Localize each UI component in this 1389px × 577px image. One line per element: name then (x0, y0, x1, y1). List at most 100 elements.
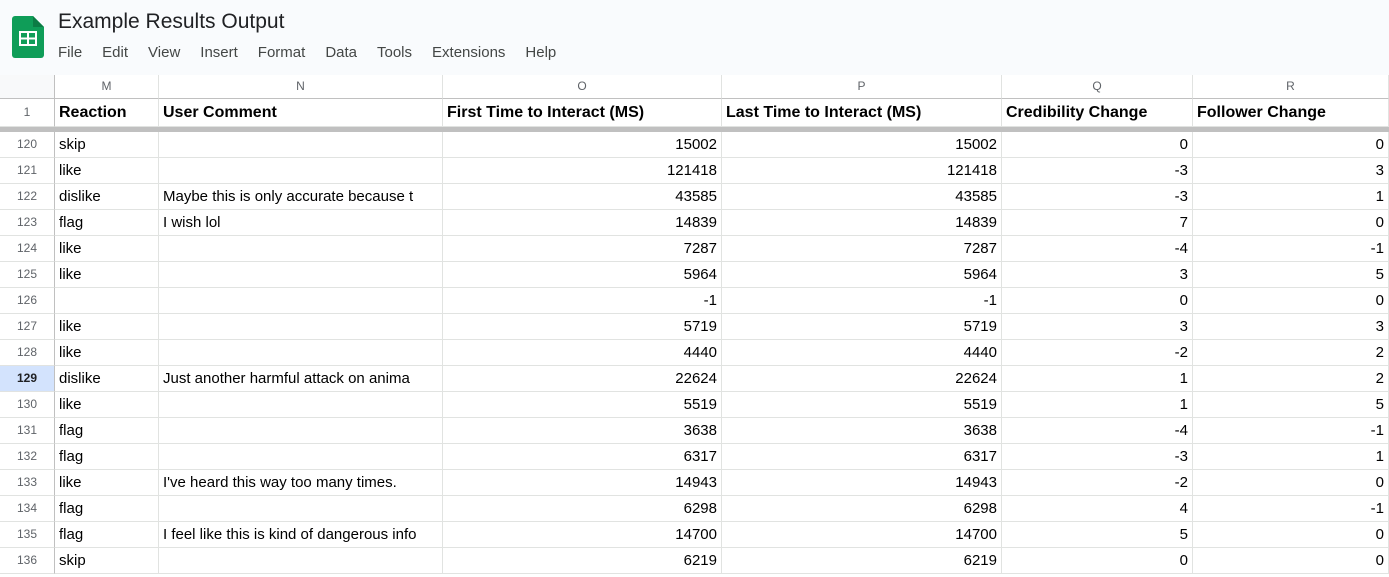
cell-credibility-change[interactable]: -3 (1002, 444, 1193, 470)
header-cell-credibility[interactable]: Credibility Change (1002, 99, 1193, 127)
row-header[interactable]: 120 (0, 132, 55, 158)
cell-first-time-to-interact[interactable]: 6317 (443, 444, 722, 470)
row-header[interactable]: 121 (0, 158, 55, 184)
cell-first-time-to-interact[interactable]: -1 (443, 288, 722, 314)
cell-user-comment[interactable]: Just another harmful attack on anima (159, 366, 443, 392)
cell-follower-change[interactable]: 0 (1193, 132, 1389, 158)
menu-item-insert[interactable]: Insert (190, 40, 248, 66)
cell-reaction[interactable]: like (55, 158, 159, 184)
menu-item-data[interactable]: Data (315, 40, 367, 66)
cell-reaction[interactable]: flag (55, 522, 159, 548)
cell-user-comment[interactable]: I feel like this is kind of dangerous in… (159, 522, 443, 548)
cell-reaction[interactable]: like (55, 340, 159, 366)
cell-last-time-to-interact[interactable]: 5519 (722, 392, 1002, 418)
row-header[interactable]: 123 (0, 210, 55, 236)
cell-user-comment[interactable]: I wish lol (159, 210, 443, 236)
cell-reaction[interactable] (55, 288, 159, 314)
column-header-q[interactable]: Q (1002, 75, 1193, 99)
cell-follower-change[interactable]: 5 (1193, 392, 1389, 418)
cell-follower-change[interactable]: 1 (1193, 184, 1389, 210)
cell-last-time-to-interact[interactable]: 14943 (722, 470, 1002, 496)
row-header[interactable]: 136 (0, 548, 55, 574)
cell-last-time-to-interact[interactable]: 121418 (722, 158, 1002, 184)
row-header[interactable]: 125 (0, 262, 55, 288)
cell-follower-change[interactable]: 5 (1193, 262, 1389, 288)
menu-item-extensions[interactable]: Extensions (422, 40, 515, 66)
cell-user-comment[interactable] (159, 132, 443, 158)
cell-last-time-to-interact[interactable]: 5964 (722, 262, 1002, 288)
row-header[interactable]: 132 (0, 444, 55, 470)
cell-reaction[interactable]: flag (55, 444, 159, 470)
cell-reaction[interactable]: skip (55, 548, 159, 574)
cell-credibility-change[interactable]: 3 (1002, 262, 1193, 288)
cell-follower-change[interactable]: 3 (1193, 158, 1389, 184)
row-header[interactable]: 122 (0, 184, 55, 210)
cell-reaction[interactable]: like (55, 236, 159, 262)
cell-first-time-to-interact[interactable]: 14839 (443, 210, 722, 236)
cell-reaction[interactable]: like (55, 470, 159, 496)
cell-first-time-to-interact[interactable]: 4440 (443, 340, 722, 366)
cell-credibility-change[interactable]: -4 (1002, 418, 1193, 444)
cell-user-comment[interactable] (159, 548, 443, 574)
cell-reaction[interactable]: skip (55, 132, 159, 158)
cell-credibility-change[interactable]: 1 (1002, 366, 1193, 392)
column-header-o[interactable]: O (443, 75, 722, 99)
cell-follower-change[interactable]: 0 (1193, 288, 1389, 314)
cell-first-time-to-interact[interactable]: 7287 (443, 236, 722, 262)
row-header[interactable]: 127 (0, 314, 55, 340)
cell-follower-change[interactable]: 1 (1193, 444, 1389, 470)
cell-credibility-change[interactable]: -4 (1002, 236, 1193, 262)
cell-credibility-change[interactable]: 1 (1002, 392, 1193, 418)
select-all-corner[interactable] (0, 75, 55, 99)
cell-last-time-to-interact[interactable]: 14839 (722, 210, 1002, 236)
cell-credibility-change[interactable]: -2 (1002, 340, 1193, 366)
cell-user-comment[interactable] (159, 288, 443, 314)
row-header[interactable]: 133 (0, 470, 55, 496)
header-cell-reaction[interactable]: Reaction (55, 99, 159, 127)
cell-follower-change[interactable]: -1 (1193, 236, 1389, 262)
cell-user-comment[interactable] (159, 314, 443, 340)
cell-last-time-to-interact[interactable]: 15002 (722, 132, 1002, 158)
cell-last-time-to-interact[interactable]: 5719 (722, 314, 1002, 340)
cell-credibility-change[interactable]: 3 (1002, 314, 1193, 340)
cell-last-time-to-interact[interactable]: 7287 (722, 236, 1002, 262)
cell-first-time-to-interact[interactable]: 121418 (443, 158, 722, 184)
column-header-r[interactable]: R (1193, 75, 1389, 99)
row-header[interactable]: 130 (0, 392, 55, 418)
cell-follower-change[interactable]: -1 (1193, 418, 1389, 444)
cell-credibility-change[interactable]: 4 (1002, 496, 1193, 522)
cell-credibility-change[interactable]: -3 (1002, 184, 1193, 210)
header-cell-first-time[interactable]: First Time to Interact (MS) (443, 99, 722, 127)
row-header[interactable]: 128 (0, 340, 55, 366)
cell-first-time-to-interact[interactable]: 14700 (443, 522, 722, 548)
cell-last-time-to-interact[interactable]: 43585 (722, 184, 1002, 210)
cell-user-comment[interactable] (159, 340, 443, 366)
cell-follower-change[interactable]: 0 (1193, 210, 1389, 236)
row-header[interactable]: 131 (0, 418, 55, 444)
cell-last-time-to-interact[interactable]: 14700 (722, 522, 1002, 548)
cell-last-time-to-interact[interactable]: 6298 (722, 496, 1002, 522)
document-title[interactable]: Example Results Output (58, 8, 284, 36)
cell-reaction[interactable]: dislike (55, 366, 159, 392)
cell-user-comment[interactable] (159, 236, 443, 262)
cell-user-comment[interactable] (159, 444, 443, 470)
cell-last-time-to-interact[interactable]: 3638 (722, 418, 1002, 444)
cell-user-comment[interactable]: Maybe this is only accurate because t (159, 184, 443, 210)
cell-reaction[interactable]: like (55, 262, 159, 288)
column-header-n[interactable]: N (159, 75, 443, 99)
cell-follower-change[interactable]: 2 (1193, 340, 1389, 366)
column-header-m[interactable]: M (55, 75, 159, 99)
row-header[interactable]: 135 (0, 522, 55, 548)
cell-last-time-to-interact[interactable]: 6219 (722, 548, 1002, 574)
cell-first-time-to-interact[interactable]: 15002 (443, 132, 722, 158)
cell-last-time-to-interact[interactable]: -1 (722, 288, 1002, 314)
row-header[interactable]: 129 (0, 366, 55, 392)
cell-credibility-change[interactable]: 7 (1002, 210, 1193, 236)
cell-reaction[interactable]: flag (55, 210, 159, 236)
cell-user-comment[interactable] (159, 496, 443, 522)
column-header-p[interactable]: P (722, 75, 1002, 99)
cell-follower-change[interactable]: 0 (1193, 470, 1389, 496)
cell-first-time-to-interact[interactable]: 22624 (443, 366, 722, 392)
row-header-1[interactable]: 1 (0, 99, 55, 127)
spreadsheet-grid[interactable]: M N O P Q R 1 Reaction User Comment Firs… (0, 75, 1389, 577)
